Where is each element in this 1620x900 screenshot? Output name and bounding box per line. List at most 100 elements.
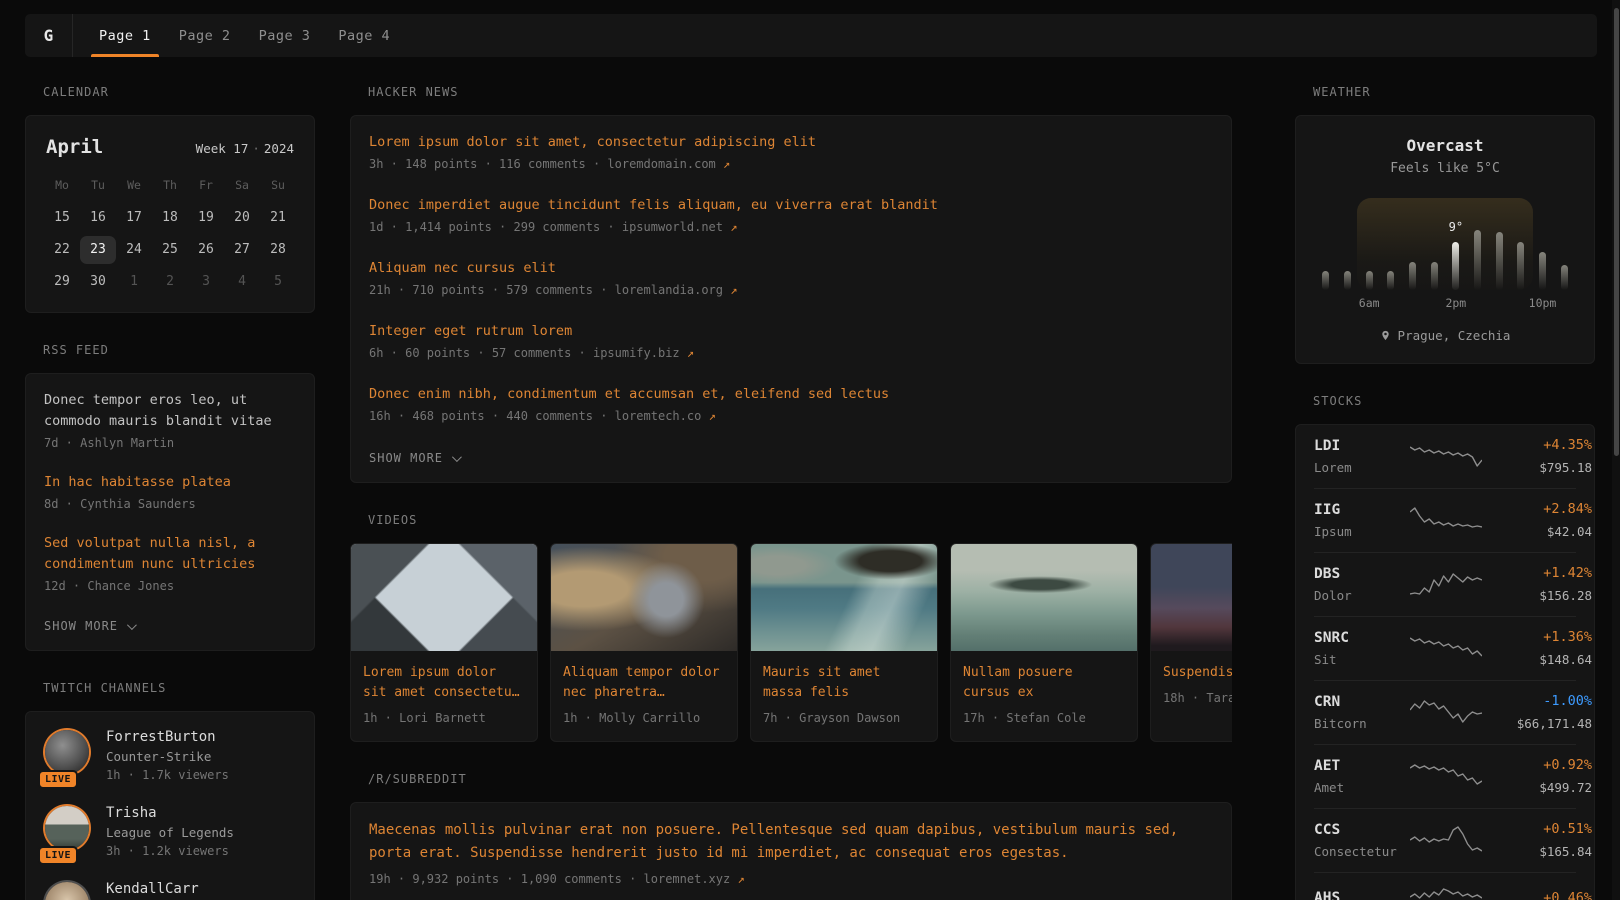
rss-item-title[interactable]: In hac habitasse platea xyxy=(44,472,296,493)
hn-item-title[interactable]: Donec enim nibh, condimentum et accumsan… xyxy=(369,384,1213,404)
video-card[interactable]: Lorem ipsum dolor sit amet consectetu… 1… xyxy=(350,543,538,742)
weather-section-label: WEATHER xyxy=(1313,85,1595,99)
stock-name: Sit xyxy=(1314,652,1410,667)
stock-values: +0.51%$165.84 xyxy=(1482,821,1592,859)
sparkline-chart xyxy=(1410,760,1482,792)
stock-row[interactable]: DBSDolor+1.42%$156.28 xyxy=(1314,552,1576,616)
hn-item-title[interactable]: Donec imperdiet augue tincidunt felis al… xyxy=(369,195,1213,215)
reddit-widget: /R/SUBREDDIT Maecenas mollis pulvinar er… xyxy=(350,772,1232,900)
twitch-channel-name[interactable]: KendallCarr xyxy=(106,881,199,897)
tab-page-2[interactable]: Page 2 xyxy=(165,14,245,57)
stock-values: +1.36%$148.64 xyxy=(1482,629,1592,667)
video-thumbnail[interactable] xyxy=(751,544,937,651)
video-title[interactable]: Mauris sit amet massa felis xyxy=(763,663,925,703)
twitch-avatar-wrap: LIVE xyxy=(44,804,90,858)
video-meta: 1h · Lori Barnett xyxy=(363,710,525,727)
video-thumbnail[interactable] xyxy=(551,544,737,651)
video-title[interactable]: Aliquam tempor dolor nec pharetra… xyxy=(563,663,725,703)
video-thumbnail[interactable] xyxy=(351,544,537,651)
stock-sparkline xyxy=(1410,568,1482,600)
video-card[interactable]: Nullam posuere cursus ex 17h · Stefan Co… xyxy=(950,543,1138,742)
stocks-section-label: STOCKS xyxy=(1313,394,1595,408)
twitch-section-label: TWITCH CHANNELS xyxy=(43,681,315,695)
scrollbar-thumb[interactable] xyxy=(1614,8,1619,456)
stock-symbol: SNRC xyxy=(1314,630,1410,646)
stock-left: AHS xyxy=(1314,890,1410,900)
hn-item-title[interactable]: Aliquam nec cursus elit xyxy=(369,258,1213,278)
stock-values: +1.42%$156.28 xyxy=(1482,565,1592,603)
stock-price: $42.04 xyxy=(1482,524,1592,539)
calendar-day: 20 xyxy=(224,204,260,232)
reddit-post-title[interactable]: Maecenas mollis pulvinar erat non posuer… xyxy=(369,819,1213,865)
weather-bar xyxy=(1344,271,1351,290)
video-card[interactable]: Mauris sit amet massa felis 7h · Grayson… xyxy=(750,543,938,742)
tab-page-3[interactable]: Page 3 xyxy=(245,14,325,57)
stock-left: DBSDolor xyxy=(1314,566,1410,603)
stock-row[interactable]: CCSConsectetur+0.51%$165.84 xyxy=(1314,808,1576,872)
stock-row[interactable]: LDILorem+4.35%$795.18 xyxy=(1314,425,1576,488)
stock-sparkline xyxy=(1410,440,1482,472)
stock-sparkline xyxy=(1410,504,1482,536)
twitch-channel-row[interactable]: LIVE ForrestBurton Counter-Strike 1h · 1… xyxy=(44,728,296,782)
rss-item-title[interactable]: Donec tempor eros leo, ut commodo mauris… xyxy=(44,390,296,432)
external-link-icon: ↗ xyxy=(687,346,694,360)
calendar-day-header: We xyxy=(116,172,152,200)
stock-change-percent: +0.92% xyxy=(1482,757,1592,773)
weather-bar xyxy=(1322,271,1329,290)
scrollbar[interactable] xyxy=(1612,0,1620,900)
stock-change-percent: +0.46% xyxy=(1482,890,1592,900)
stock-name: Consectetur xyxy=(1314,844,1410,859)
weather-hour-label: 2pm xyxy=(1445,296,1466,310)
weather-condition: Overcast xyxy=(1314,136,1576,155)
hackernews-widget: HACKER NEWS Lorem ipsum dolor sit amet, … xyxy=(350,85,1232,483)
tab-page-4[interactable]: Page 4 xyxy=(324,14,404,57)
video-title[interactable]: Nullam posuere cursus ex xyxy=(963,663,1125,703)
tab-page-1[interactable]: Page 1 xyxy=(85,14,165,57)
stock-row[interactable]: IIGIpsum+2.84%$42.04 xyxy=(1314,488,1576,552)
stock-row[interactable]: AETAmet+0.92%$499.72 xyxy=(1314,744,1576,808)
weather-widget: WEATHER Overcast Feels like 5°C 9° 6am2p… xyxy=(1295,85,1595,364)
hn-show-more-button[interactable]: SHOW MORE xyxy=(369,451,459,465)
right-column: WEATHER Overcast Feels like 5°C 9° 6am2p… xyxy=(1295,75,1595,900)
weather-hour-label: 10pm xyxy=(1529,296,1557,310)
stock-sparkline xyxy=(1410,760,1482,792)
hn-item-title[interactable]: Lorem ipsum dolor sit amet, consectetur … xyxy=(369,132,1213,152)
video-thumbnail[interactable] xyxy=(1151,544,1232,651)
rss-show-more-button[interactable]: SHOW MORE xyxy=(44,619,134,633)
stock-change-percent: +1.42% xyxy=(1482,565,1592,581)
rss-item-title[interactable]: Sed volutpat nulla nisl, a condimentum n… xyxy=(44,533,296,575)
hn-item: Aliquam nec cursus elit 21h · 710 points… xyxy=(369,258,1213,299)
reddit-post-meta: 19h · 9,932 points · 1,090 comments · lo… xyxy=(369,871,1213,888)
hackernews-section-label: HACKER NEWS xyxy=(368,85,1232,99)
stock-left: AETAmet xyxy=(1314,758,1410,795)
video-title[interactable]: Suspendisse diam xyxy=(1163,663,1232,683)
calendar-day: 27 xyxy=(224,236,260,264)
twitch-channel-game: League of Legends xyxy=(106,825,234,840)
stock-row[interactable]: AHS+0.46% xyxy=(1314,872,1576,900)
live-badge: LIVE xyxy=(38,770,78,789)
video-title[interactable]: Lorem ipsum dolor sit amet consectetu… xyxy=(363,663,525,703)
calendar-day: 29 xyxy=(44,268,80,296)
video-card[interactable]: Suspendisse diam 18h · Tara xyxy=(1150,543,1232,742)
stock-row[interactable]: CRNBitcorn-1.00%$66,171.48 xyxy=(1314,680,1576,744)
avatar xyxy=(45,730,89,774)
video-thumbnail[interactable] xyxy=(951,544,1137,651)
twitch-channel-row[interactable]: LIVE Trisha League of Legends 3h · 1.2k … xyxy=(44,804,296,858)
stock-price: $499.72 xyxy=(1482,780,1592,795)
stock-values: +0.46% xyxy=(1482,890,1592,900)
twitch-channel-name[interactable]: ForrestBurton xyxy=(106,729,229,745)
weather-bar xyxy=(1387,271,1394,290)
twitch-avatar-wrap: LIVE xyxy=(44,728,90,782)
stock-row[interactable]: SNRCSit+1.36%$148.64 xyxy=(1314,616,1576,680)
calendar-day: 22 xyxy=(44,236,80,264)
videos-section-label: VIDEOS xyxy=(368,513,1232,527)
stock-change-percent: +0.51% xyxy=(1482,821,1592,837)
stock-price: $66,171.48 xyxy=(1482,716,1592,731)
twitch-channel-name[interactable]: Trisha xyxy=(106,805,234,821)
video-card[interactable]: Aliquam tempor dolor nec pharetra… 1h · … xyxy=(550,543,738,742)
hn-item-title[interactable]: Integer eget rutrum lorem xyxy=(369,321,1213,341)
weather-bar xyxy=(1452,242,1459,290)
twitch-channel-row[interactable]: KendallCarr xyxy=(44,880,296,900)
calendar-day: 26 xyxy=(188,236,224,264)
calendar-day: 3 xyxy=(188,268,224,296)
